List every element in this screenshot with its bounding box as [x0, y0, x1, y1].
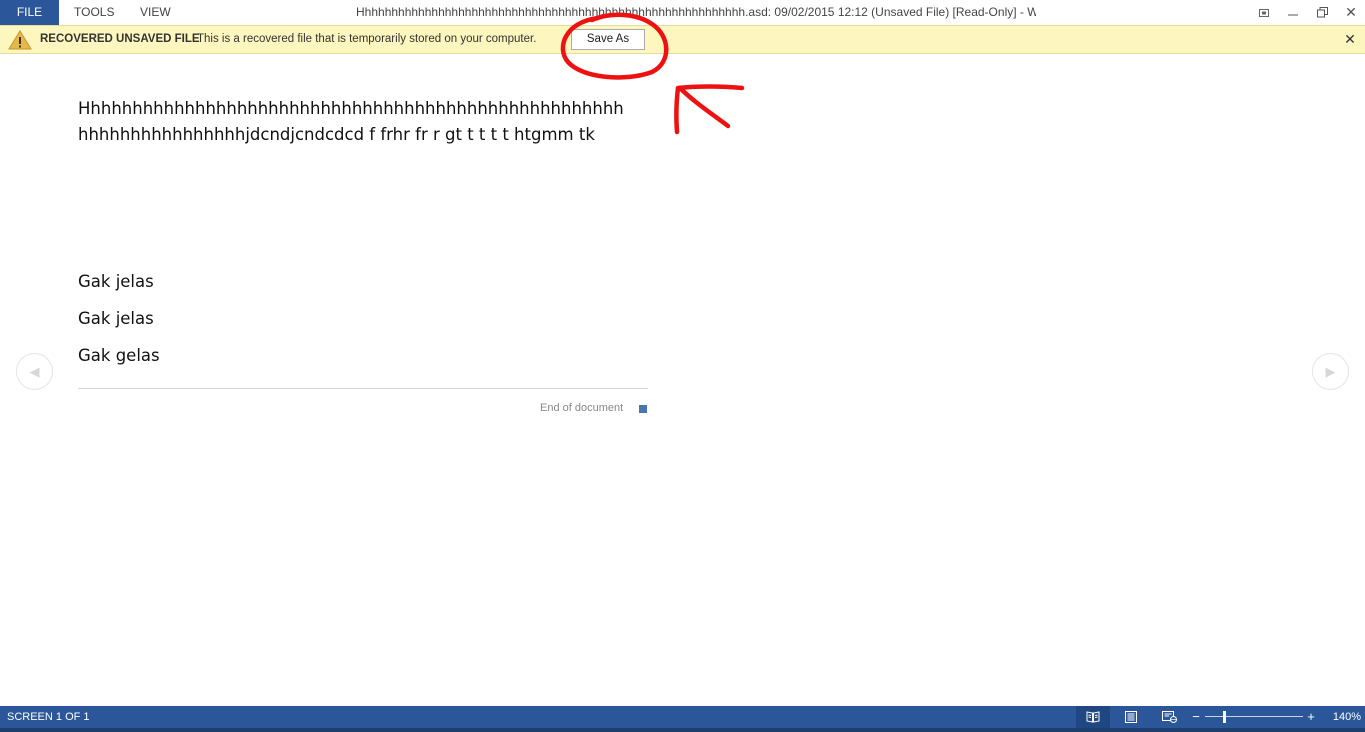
read-mode-icon[interactable]: [1076, 706, 1110, 728]
message-text: This is a recovered file that is tempora…: [197, 33, 537, 45]
recovered-file-message-bar: RECOVERED UNSAVED FILE This is a recover…: [0, 25, 1365, 54]
fullscreen-icon[interactable]: [1250, 0, 1278, 25]
view-menu[interactable]: VIEW: [140, 0, 171, 25]
end-of-document-marker: [639, 405, 647, 413]
zoom-slider-track[interactable]: [1205, 716, 1303, 717]
file-menu[interactable]: FILE: [0, 0, 59, 25]
zoom-in-button[interactable]: +: [1305, 706, 1317, 728]
status-bar: SCREEN 1 OF 1 − + 140%: [0, 706, 1365, 728]
annotation-arrow-head: [674, 84, 745, 135]
chevron-right-icon: ▶: [1325, 363, 1336, 379]
zoom-level[interactable]: 140%: [1325, 706, 1361, 728]
end-of-document-rule: [78, 388, 648, 389]
document-line: Hhhhhhhhhhhhhhhhhhhhhhhhhhhhhhhhhhhhhhhh…: [78, 99, 624, 118]
document-paragraph: Gak jelas: [78, 309, 154, 328]
zoom-out-button[interactable]: −: [1190, 706, 1202, 728]
document-paragraph: Gak gelas: [78, 346, 160, 365]
document-line: hhhhhhhhhhhhhhhhjdcndjcndcdcd f frhr fr …: [78, 125, 595, 144]
document-body: Hhhhhhhhhhhhhhhhhhhhhhhhhhhhhhhhhhhhhhhh…: [78, 96, 658, 148]
warning-icon: [8, 30, 32, 50]
close-button[interactable]: ✕: [1337, 0, 1365, 25]
print-layout-icon[interactable]: [1114, 706, 1148, 728]
screen-count: SCREEN 1 OF 1: [7, 711, 90, 723]
message-title: RECOVERED UNSAVED FILE: [40, 33, 200, 45]
close-message-bar-icon[interactable]: ✕: [1340, 26, 1360, 53]
web-layout-icon[interactable]: [1152, 706, 1186, 728]
next-screen-button[interactable]: ▶: [1312, 353, 1349, 390]
chevron-left-icon: ◀: [29, 363, 40, 379]
restore-button[interactable]: [1308, 0, 1336, 25]
taskbar-strip: [0, 728, 1365, 732]
annotation-arrow-shaft: [677, 85, 731, 129]
document-paragraph: Gak jelas: [78, 272, 154, 291]
previous-screen-button[interactable]: ◀: [16, 353, 53, 390]
window-title: Hhhhhhhhhhhhhhhhhhhhhhhhhhhhhhhhhhhhhhhh…: [356, 5, 1036, 19]
minimize-button[interactable]: [1279, 0, 1307, 25]
save-as-button[interactable]: Save As: [571, 29, 645, 50]
zoom-slider-thumb[interactable]: [1223, 711, 1227, 723]
end-of-document-label: End of document: [540, 402, 624, 414]
title-bar: FILE TOOLS VIEW Hhhhhhhhhhhhhhhhhhhhhhhh…: [0, 0, 1365, 25]
tools-menu[interactable]: TOOLS: [74, 0, 114, 25]
